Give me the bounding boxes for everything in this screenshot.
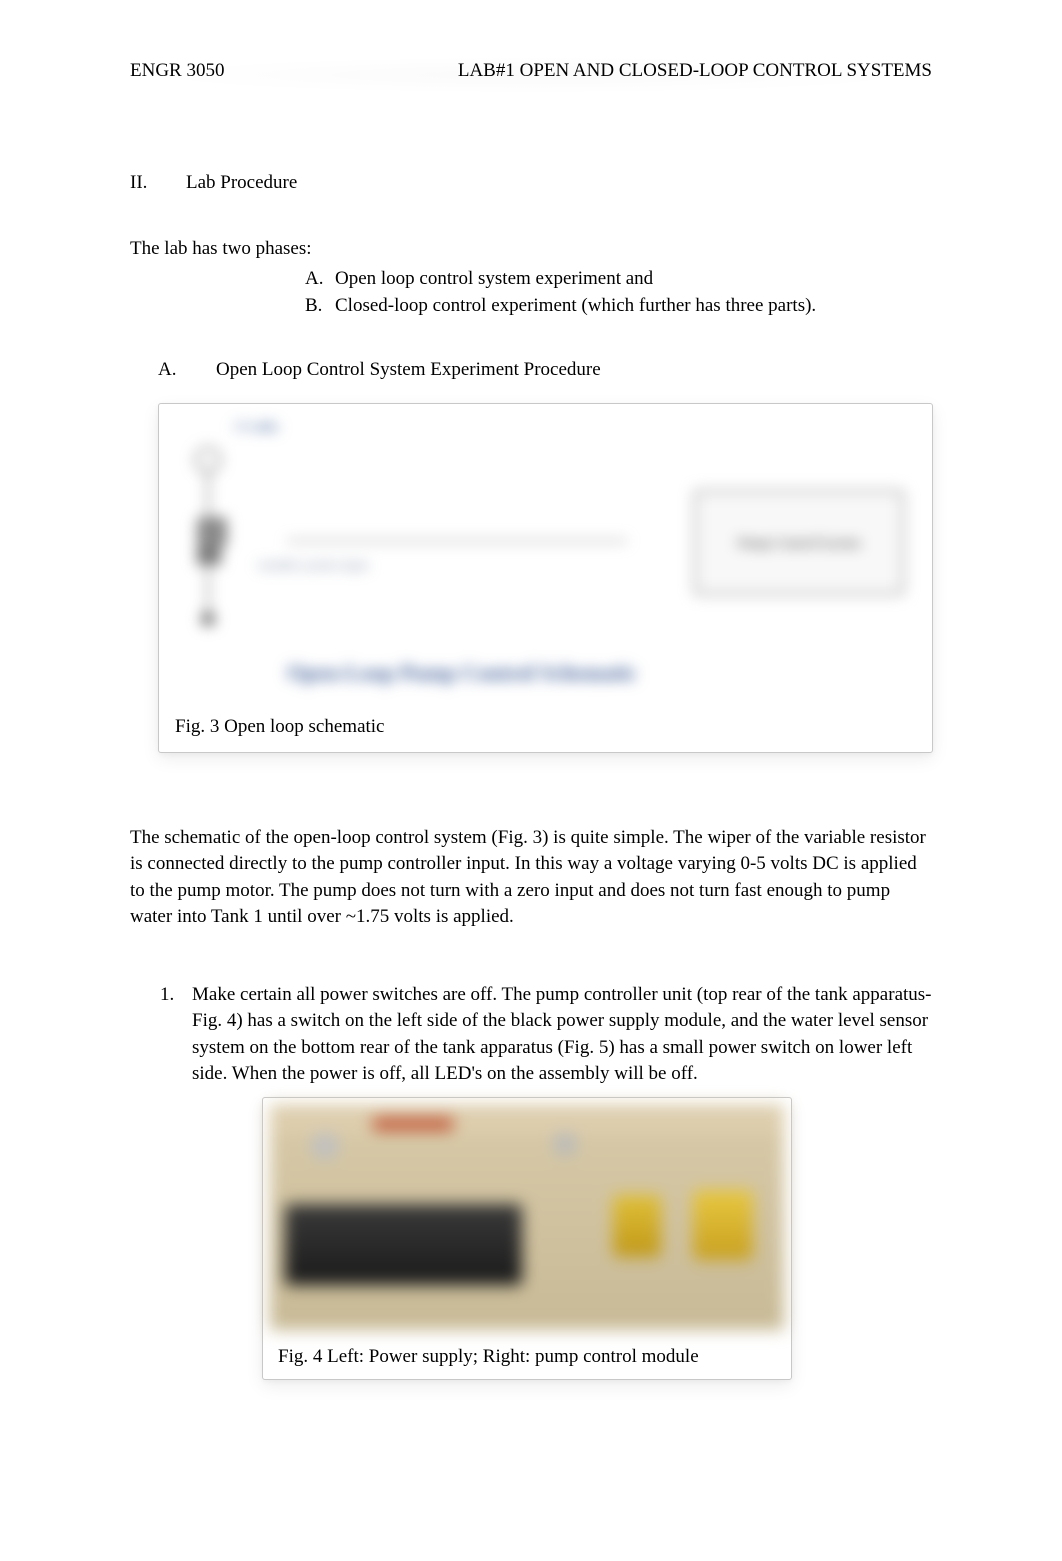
figure-3-caption: Fig. 3 Open loop schematic: [167, 702, 924, 738]
procedure-step-list: 1. Make certain all power switches are o…: [160, 982, 932, 1380]
phase-item: A. Open loop control system experiment a…: [305, 266, 932, 293]
sub-section-heading: A. Open Loop Control System Experiment P…: [158, 359, 932, 381]
fig3-terminal-icon: [195, 447, 221, 473]
page-header: ENGR 3050 LAB#1 OPEN AND CLOSED-LOOP CON…: [130, 60, 932, 82]
section-title: Lab Procedure: [186, 172, 297, 194]
fig4-knob-icon: [553, 1132, 577, 1156]
header-right: LAB#1 OPEN AND CLOSED-LOOP CONTROL SYSTE…: [458, 60, 932, 82]
fig3-wire-horizontal: [287, 540, 627, 542]
fig3-ground-icon: [201, 612, 215, 626]
procedure-step: 1. Make certain all power switches are o…: [160, 982, 932, 1380]
header-left: ENGR 3050: [130, 60, 224, 82]
section-number: II.: [130, 172, 186, 194]
fig4-module-icon: [693, 1190, 753, 1260]
fig4-power-supply: [285, 1204, 521, 1285]
figure-3-schematic: +5 volts variable system input Pump Cont…: [167, 412, 924, 702]
section-heading: II. Lab Procedure: [130, 172, 932, 194]
fig3-resistor-icon: [197, 517, 227, 547]
phase-list: A. Open loop control system experiment a…: [305, 266, 932, 319]
fig4-red-element: [373, 1118, 453, 1130]
phase-item: B. Closed-loop control experiment (which…: [305, 293, 932, 320]
step-number: 1.: [160, 982, 192, 1380]
body-paragraph: The schematic of the open-loop control s…: [130, 825, 932, 930]
step-text: Make certain all power switches are off.…: [192, 984, 932, 1084]
figure-3-frame: +5 volts variable system input Pump Cont…: [158, 403, 933, 753]
sub-section-title: Open Loop Control System Experiment Proc…: [216, 359, 601, 381]
sub-section-letter: A.: [158, 359, 216, 381]
fig3-schematic-title: Open-Loop Pump Control Schematic: [287, 660, 637, 686]
phase-text: Open loop control system experiment and: [335, 266, 653, 293]
fig3-wiper-icon: [197, 547, 221, 565]
phase-text: Closed-loop control experiment (which fu…: [335, 293, 816, 320]
figure-4-caption: Fig. 4 Left: Power supply; Right: pump c…: [270, 1330, 784, 1372]
fig4-caption-left: Fig. 4 Left: Power supply;: [278, 1346, 478, 1367]
fig3-pump-box: Pump Control System: [694, 490, 904, 595]
fig4-caption-right: Right: pump control module: [483, 1346, 699, 1367]
phase-letter: A.: [305, 266, 335, 293]
phase-letter: B.: [305, 293, 335, 320]
figure-4-frame: Fig. 4 Left: Power supply; Right: pump c…: [262, 1097, 792, 1380]
fig4-module-icon: [613, 1195, 661, 1257]
figure-4-photo: [270, 1105, 784, 1330]
intro-text: The lab has two phases:: [130, 238, 932, 260]
fig3-input-label: variable system input: [257, 557, 368, 573]
fig4-knob-icon: [311, 1132, 339, 1160]
fig3-voltage-label: +5 volts: [232, 420, 278, 436]
